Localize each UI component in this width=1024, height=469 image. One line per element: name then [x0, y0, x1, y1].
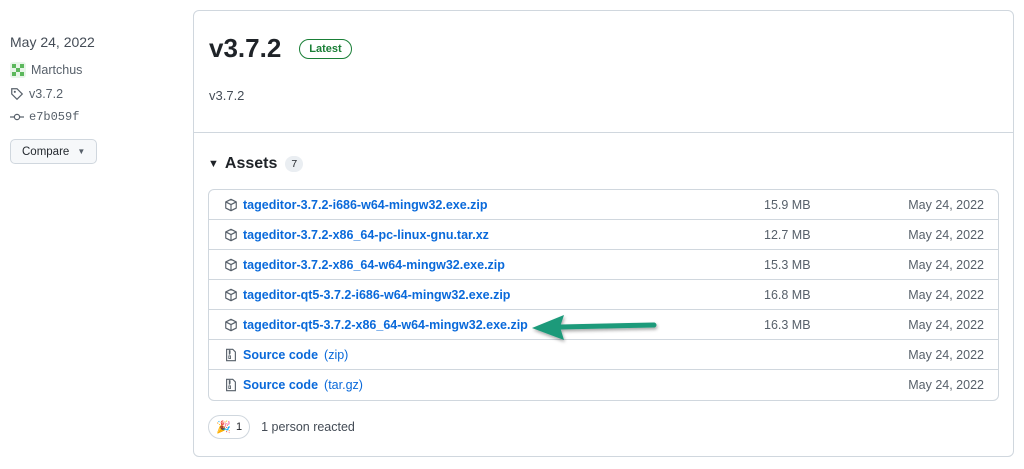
asset-list: tageditor-3.7.2-i686-w64-mingw32.exe.zip…	[208, 189, 999, 401]
tag-row[interactable]: v3.7.2	[10, 87, 180, 101]
source-format[interactable]: (tar.gz)	[324, 378, 363, 392]
release-notes: v3.7.2	[209, 88, 245, 103]
git-commit-icon	[10, 113, 24, 121]
file-zip-icon	[226, 378, 236, 392]
author-name[interactable]: Martchus	[31, 63, 82, 77]
release-title[interactable]: v3.7.2	[209, 33, 281, 64]
reaction-button[interactable]: 🎉 1	[208, 415, 251, 439]
asset-size: 15.3 MB	[764, 257, 811, 272]
party-popper-icon: 🎉	[216, 420, 231, 434]
asset-size: 16.8 MB	[764, 287, 811, 302]
assets-section: ▼ Assets 7 tageditor-3.7.2-i686-w64-ming…	[194, 133, 1013, 439]
asset-link[interactable]: tageditor-3.7.2-i686-w64-mingw32.exe.zip	[243, 198, 488, 212]
release-card: v3.7.2 Latest v3.7.2 ▼ Assets 7 tagedito…	[193, 10, 1014, 457]
reactions-bar: 🎉 1 1 person reacted	[208, 415, 999, 439]
package-icon	[225, 228, 237, 241]
compare-label: Compare	[22, 145, 70, 158]
asset-link[interactable]: tageditor-qt5-3.7.2-x86_64-w64-mingw32.e…	[243, 318, 528, 332]
asset-date: May 24, 2022	[908, 257, 984, 272]
reaction-count: 1	[235, 421, 243, 433]
author-row[interactable]: Martchus	[10, 62, 180, 78]
file-zip-icon	[226, 348, 236, 361]
asset-row: tageditor-qt5-3.7.2-i686-w64-mingw32.exe…	[209, 280, 998, 310]
asset-date: May 24, 2022	[908, 378, 984, 392]
asset-link[interactable]: tageditor-3.7.2-x86_64-w64-mingw32.exe.z…	[243, 258, 505, 272]
asset-row: tageditor-3.7.2-x86_64-pc-linux-gnu.tar.…	[209, 220, 998, 250]
caret-down-icon: ▼	[77, 147, 86, 156]
compare-button[interactable]: Compare ▼	[10, 139, 98, 164]
commit-sha[interactable]: e7b059f	[29, 110, 79, 124]
asset-link[interactable]: tageditor-3.7.2-x86_64-pc-linux-gnu.tar.…	[243, 228, 489, 242]
source-format[interactable]: (zip)	[324, 348, 348, 362]
asset-size: 12.7 MB	[764, 227, 811, 242]
tag-icon	[11, 88, 24, 101]
assets-toggle[interactable]: ▼ Assets 7	[208, 151, 999, 177]
asset-date: May 24, 2022	[908, 287, 984, 302]
package-icon	[225, 288, 237, 301]
asset-row: tageditor-3.7.2-x86_64-w64-mingw32.exe.z…	[209, 250, 998, 280]
assets-count-badge: 7	[285, 156, 304, 172]
asset-row: Source code (tar.gz) May 24, 2022	[209, 370, 998, 400]
package-icon	[225, 198, 237, 211]
release-header: v3.7.2 Latest v3.7.2	[194, 11, 1013, 133]
asset-date: May 24, 2022	[908, 317, 984, 332]
commit-row[interactable]: e7b059f	[10, 110, 180, 124]
reaction-summary: 1 person reacted	[261, 420, 355, 434]
asset-date: May 24, 2022	[908, 347, 984, 362]
asset-size: 15.9 MB	[764, 197, 811, 212]
package-icon	[225, 318, 237, 331]
tag-name[interactable]: v3.7.2	[29, 87, 63, 101]
asset-date: May 24, 2022	[908, 197, 984, 212]
asset-link[interactable]: tageditor-qt5-3.7.2-i686-w64-mingw32.exe…	[243, 288, 510, 302]
asset-row: tageditor-3.7.2-i686-w64-mingw32.exe.zip…	[209, 190, 998, 220]
asset-date: May 24, 2022	[908, 227, 984, 242]
source-code-link[interactable]: Source code	[243, 378, 318, 392]
assets-title: Assets	[224, 155, 278, 172]
annotation-arrow-icon	[532, 315, 657, 340]
release-date: May 24, 2022	[10, 34, 95, 50]
latest-badge: Latest	[299, 38, 352, 59]
asset-size: 16.3 MB	[764, 317, 811, 332]
package-icon	[225, 258, 237, 271]
triangle-down-icon: ▼	[208, 158, 219, 170]
avatar	[10, 62, 26, 78]
release-meta: May 24, 2022 Martchus v3.7.2 e7b059f Com…	[10, 34, 180, 164]
source-code-link[interactable]: Source code	[243, 348, 318, 362]
